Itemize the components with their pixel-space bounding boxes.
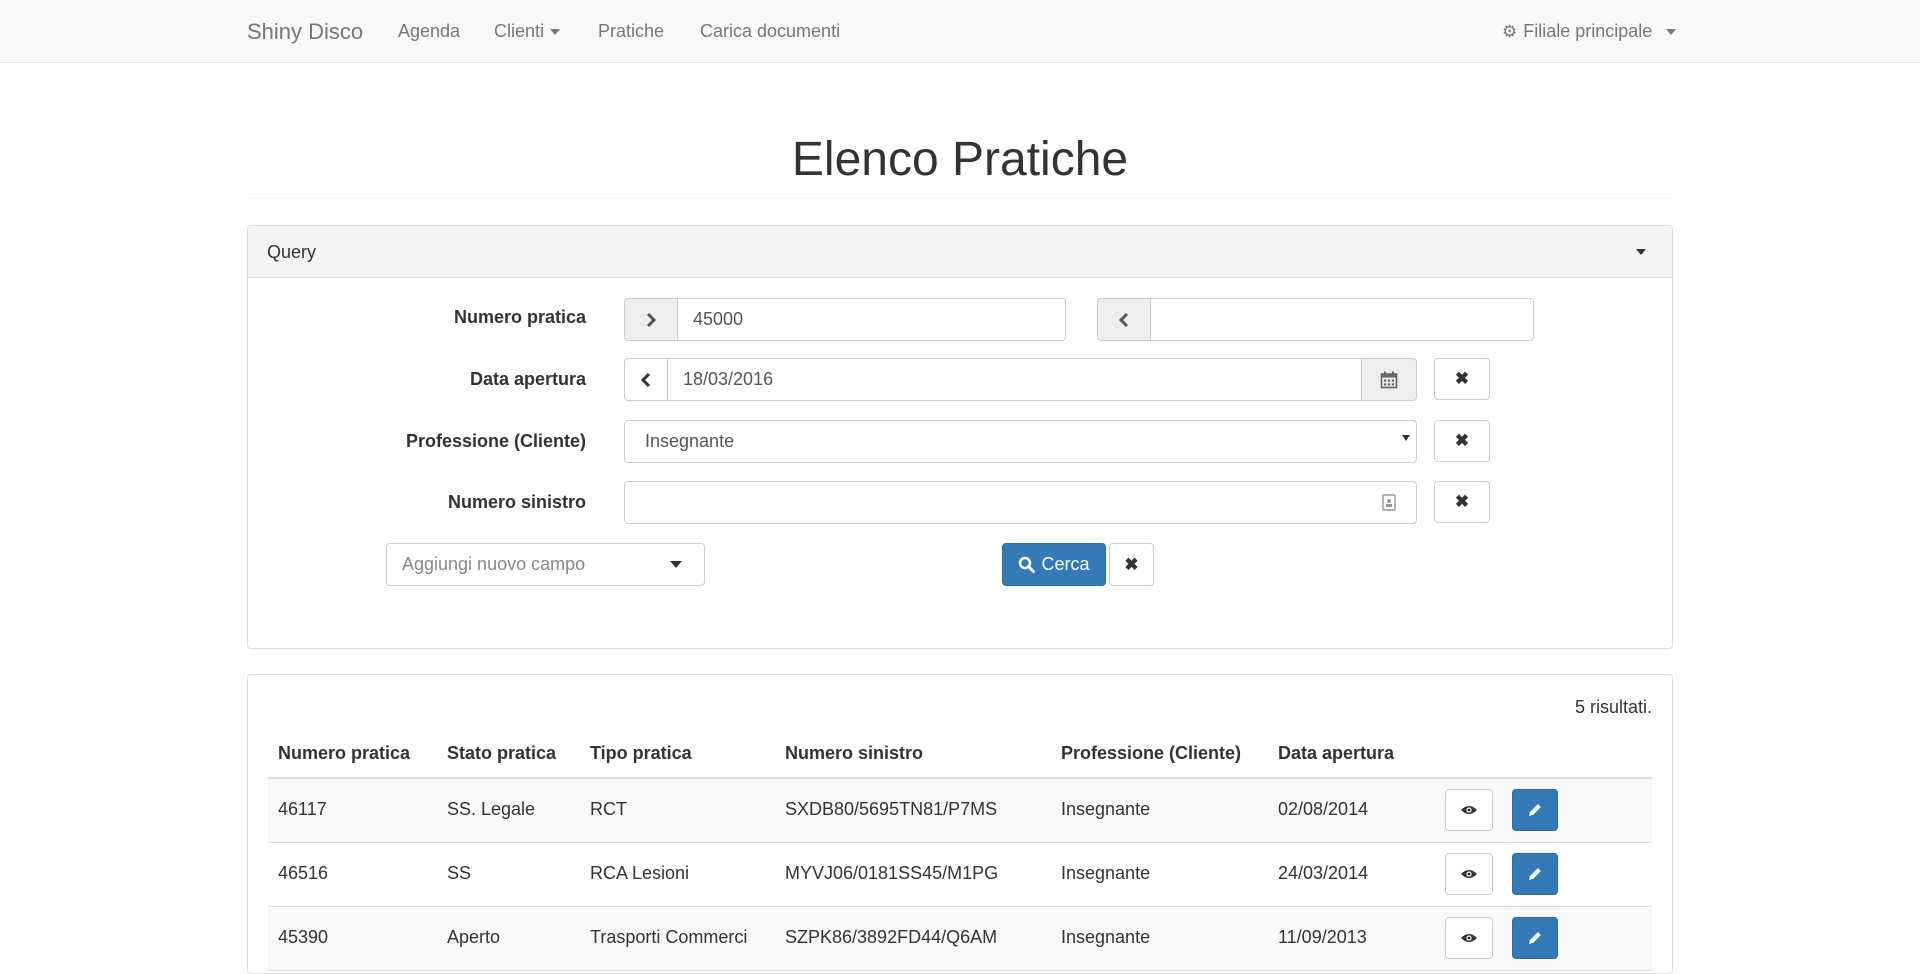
edit-button[interactable] bbox=[1512, 789, 1558, 831]
chevron-down-icon bbox=[1402, 435, 1410, 441]
results-panel: 5 risultati. Numero pratica Stato pratic… bbox=[247, 674, 1673, 974]
numero-pratica-from-value: 45000 bbox=[693, 309, 744, 329]
view-button[interactable] bbox=[1445, 789, 1493, 831]
chevron-down-icon bbox=[1666, 29, 1677, 36]
page-title: Elenco Pratiche bbox=[791, 133, 1129, 186]
numero-sinistro-label: Numero sinistro bbox=[447, 492, 586, 512]
clear-numero-sinistro-button[interactable]: ✖ bbox=[1434, 481, 1490, 523]
contact-card-icon bbox=[1382, 494, 1396, 511]
cell-numero-sinistro: SXDB80/5695TN81/P7MS bbox=[785, 799, 998, 819]
cell-data-apertura: 24/03/2014 bbox=[1278, 863, 1369, 883]
calendar-icon bbox=[1380, 371, 1398, 388]
edit-button[interactable] bbox=[1512, 853, 1558, 895]
column-header-tipo-pratica[interactable]: Tipo pratica bbox=[590, 743, 692, 764]
cell-professione: Insegnante bbox=[1061, 799, 1151, 819]
chevron-down-icon bbox=[550, 29, 561, 36]
nav-item-carica-documenti[interactable]: Carica documenti bbox=[700, 21, 840, 42]
view-button[interactable] bbox=[1445, 917, 1493, 959]
add-field-select[interactable]: Aggiungi nuovo campo bbox=[386, 543, 705, 586]
cell-stato-pratica: SS bbox=[447, 863, 472, 883]
query-panel-title: Query bbox=[267, 242, 317, 262]
numero-pratica-label: Numero pratica bbox=[453, 307, 586, 327]
brand-logo[interactable]: Shiny Disco bbox=[247, 19, 363, 45]
cell-tipo-pratica: RCA Lesioni bbox=[590, 863, 690, 883]
eye-icon bbox=[1461, 934, 1477, 942]
table-row: 46117 SS. Legale RCT SXDB80/5695TN81/P7M… bbox=[268, 779, 1652, 843]
view-button[interactable] bbox=[1445, 853, 1493, 895]
data-apertura-label: Data apertura bbox=[469, 369, 586, 389]
cell-tipo-pratica: RCT bbox=[590, 799, 627, 819]
professione-value: Insegnante bbox=[645, 431, 735, 451]
chevron-left-icon bbox=[1118, 312, 1129, 327]
cell-tipo-pratica: Trasporti Commerci bbox=[590, 927, 748, 947]
table-row: 46516 SS RCA Lesioni MYVJ06/0181SS45/M1P… bbox=[268, 843, 1652, 907]
search-button[interactable]: Cerca bbox=[1002, 543, 1106, 586]
cell-stato-pratica: SS. Legale bbox=[447, 799, 536, 819]
nav-item-agenda[interactable]: Agenda bbox=[398, 21, 460, 42]
close-icon: ✖ bbox=[1454, 431, 1470, 450]
nav-item-clienti-label: Clienti bbox=[494, 21, 545, 41]
branch-dropdown[interactable]: ⚙ Filiale principale bbox=[1502, 21, 1677, 42]
clear-professione-button[interactable]: ✖ bbox=[1434, 420, 1490, 462]
cell-professione: Insegnante bbox=[1061, 863, 1151, 883]
results-count: 5 risultati. bbox=[1574, 697, 1652, 717]
query-panel-heading[interactable]: Query bbox=[248, 226, 1672, 278]
nav-item-clienti[interactable]: Clienti bbox=[494, 21, 561, 42]
close-icon: ✖ bbox=[1454, 492, 1470, 511]
column-header-numero-pratica[interactable]: Numero pratica bbox=[278, 743, 410, 764]
branch-label: Filiale principale bbox=[1523, 21, 1653, 41]
cell-numero-pratica: 46516 bbox=[278, 863, 329, 883]
numero-pratica-to-input[interactable] bbox=[1150, 298, 1534, 341]
edit-button[interactable] bbox=[1512, 917, 1558, 959]
column-header-stato-pratica[interactable]: Stato pratica bbox=[447, 743, 556, 764]
add-field-placeholder: Aggiungi nuovo campo bbox=[402, 554, 586, 574]
column-header-numero-sinistro[interactable]: Numero sinistro bbox=[785, 743, 923, 764]
search-button-label: Cerca bbox=[1041, 554, 1090, 574]
cell-data-apertura: 11/09/2013 bbox=[1278, 927, 1367, 947]
chevron-right-icon bbox=[646, 312, 657, 327]
gear-icon: ⚙ bbox=[1502, 22, 1518, 41]
calendar-button[interactable] bbox=[1361, 358, 1417, 401]
search-icon bbox=[1019, 556, 1036, 573]
data-apertura-input[interactable]: 18/03/2016 bbox=[667, 358, 1362, 401]
data-apertura-value: 18/03/2016 bbox=[683, 369, 774, 389]
nav-item-pratiche[interactable]: Pratiche bbox=[598, 21, 664, 42]
chevron-down-icon[interactable] bbox=[1636, 249, 1646, 255]
cell-numero-sinistro: SZPK86/3892FD44/Q6AM bbox=[785, 927, 998, 947]
query-panel: Query Numero pratica 45000 Data apertura… bbox=[247, 225, 1673, 649]
title-divider bbox=[247, 198, 1673, 199]
cell-numero-sinistro: MYVJ06/0181SS45/M1PG bbox=[785, 863, 999, 883]
professione-label: Professione (Cliente) bbox=[405, 431, 586, 451]
professione-select[interactable]: Insegnante bbox=[624, 420, 1417, 463]
cell-data-apertura: 02/08/2014 bbox=[1278, 799, 1369, 819]
numero-sinistro-input[interactable] bbox=[624, 481, 1417, 524]
chevron-down-icon bbox=[670, 561, 682, 568]
cell-professione: Insegnante bbox=[1061, 927, 1151, 947]
cell-numero-pratica: 46117 bbox=[278, 799, 327, 819]
numero-pratica-from-input[interactable]: 45000 bbox=[677, 298, 1066, 341]
less-than-toggle[interactable] bbox=[1097, 298, 1151, 341]
cell-stato-pratica: Aperto bbox=[447, 927, 501, 947]
clear-data-apertura-button[interactable]: ✖ bbox=[1434, 358, 1490, 400]
column-header-professione[interactable]: Professione (Cliente) bbox=[1061, 743, 1241, 764]
pencil-icon bbox=[1529, 868, 1541, 880]
date-direction-toggle[interactable] bbox=[624, 358, 668, 401]
close-icon: ✖ bbox=[1454, 369, 1470, 388]
column-header-data-apertura[interactable]: Data apertura bbox=[1278, 743, 1394, 764]
cell-numero-pratica: 45390 bbox=[278, 927, 329, 947]
close-icon: ✖ bbox=[1124, 554, 1139, 574]
eye-icon bbox=[1461, 870, 1477, 878]
table-row: 45390 Aperto Trasporti Commerci SZPK86/3… bbox=[268, 907, 1652, 971]
reset-query-button[interactable]: ✖ bbox=[1109, 543, 1154, 586]
eye-icon bbox=[1461, 806, 1477, 814]
navbar: Shiny Disco Agenda Clienti Pratiche Cari… bbox=[0, 0, 1920, 63]
pencil-icon bbox=[1529, 804, 1541, 816]
greater-than-toggle[interactable] bbox=[624, 298, 678, 341]
pencil-icon bbox=[1529, 932, 1541, 944]
chevron-left-icon bbox=[640, 372, 651, 388]
